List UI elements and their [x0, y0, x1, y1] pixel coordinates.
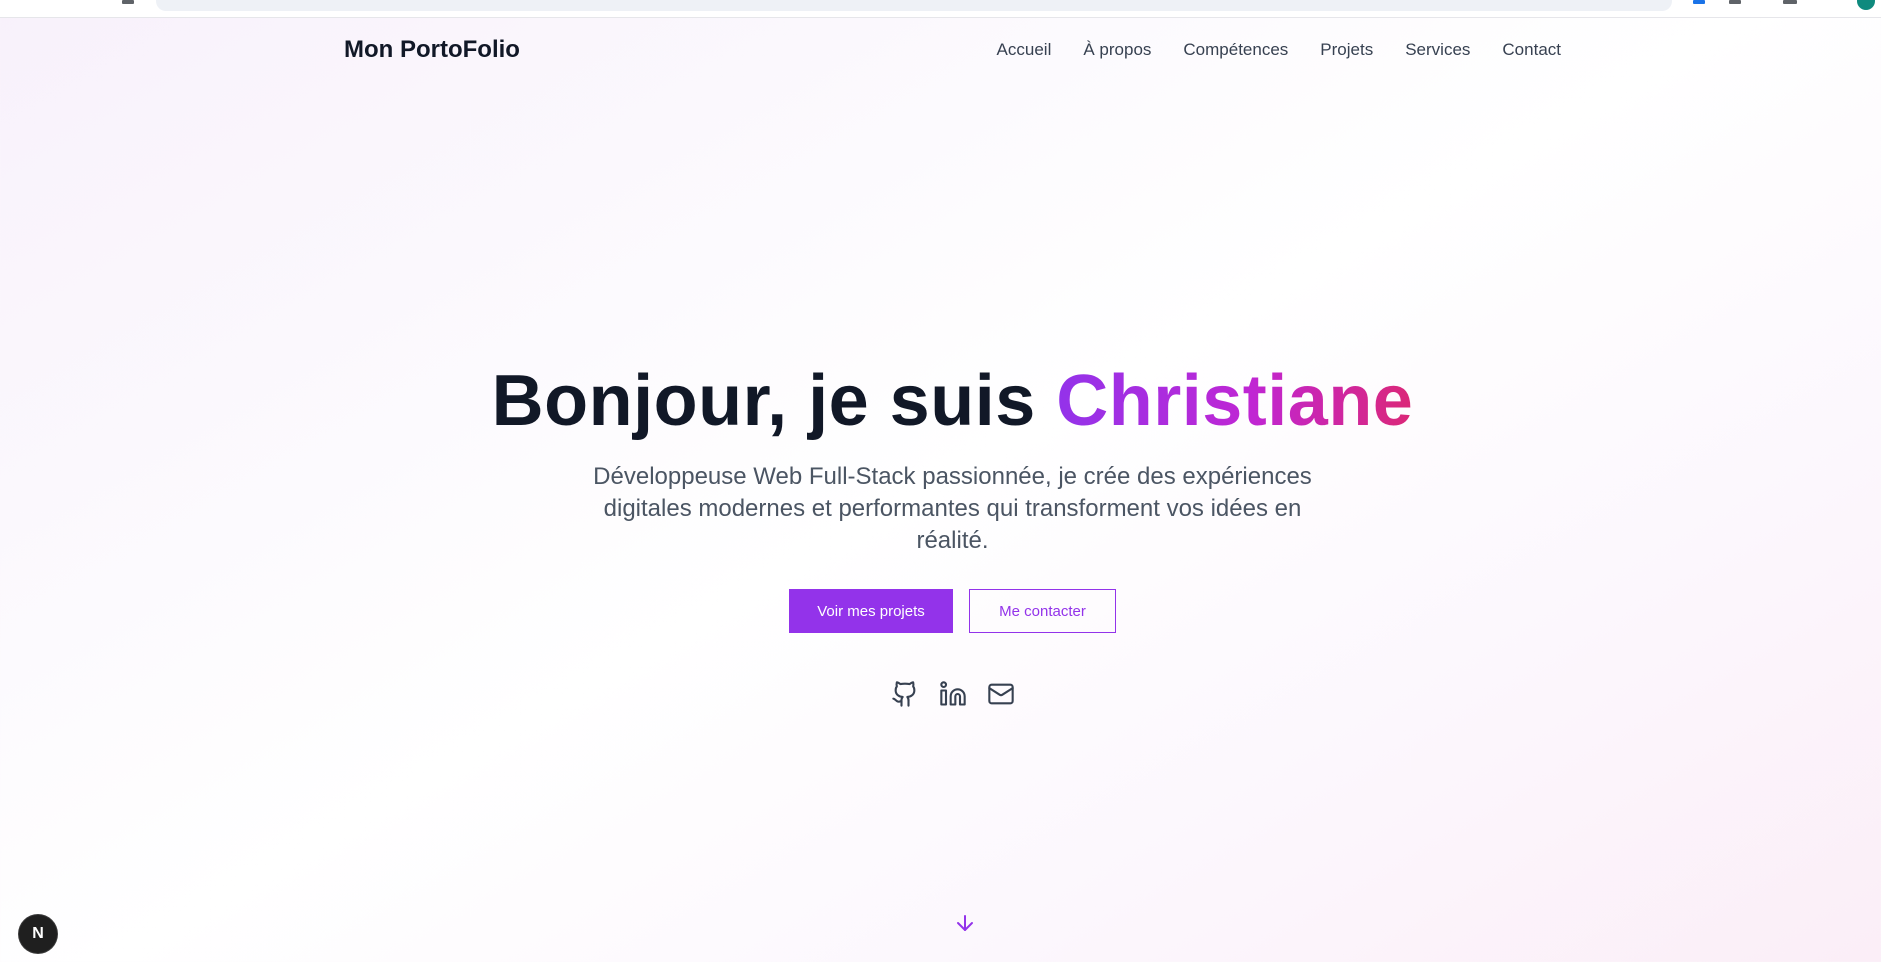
contact-button[interactable]: Me contacter [969, 589, 1116, 633]
nav-link-services[interactable]: Services [1405, 40, 1470, 60]
nav-link-accueil[interactable]: Accueil [997, 40, 1052, 60]
arrow-down-icon[interactable] [953, 911, 977, 935]
nextjs-badge-label: N [32, 925, 44, 942]
bookmark-icon[interactable] [1729, 0, 1741, 4]
site-logo[interactable]: Mon PortoFolio [344, 36, 520, 64]
address-bar[interactable] [156, 0, 1672, 11]
github-icon[interactable] [891, 680, 919, 708]
hero-subtitle: Développeuse Web Full-Stack passionnée, … [593, 463, 1312, 554]
nextjs-icon[interactable]: N [19, 915, 57, 953]
hero-name: Christiane [1056, 361, 1414, 441]
hero-title: Bonjour, je suis Christiane [0, 360, 1881, 442]
mail-icon[interactable] [987, 680, 1015, 708]
extension-icon[interactable] [1693, 0, 1705, 4]
browser-toolbar [0, 0, 1881, 18]
profile-avatar[interactable] [1857, 0, 1875, 10]
nav-link-competences[interactable]: Compétences [1183, 40, 1288, 60]
nav-menu: Accueil À propos Compétences Projets Ser… [997, 40, 1561, 60]
nav-link-a-propos[interactable]: À propos [1083, 40, 1151, 60]
hero-greeting: Bonjour, je suis [491, 361, 1057, 441]
nav-link-projets[interactable]: Projets [1320, 40, 1373, 60]
social-links [0, 680, 1881, 710]
linkedin-icon[interactable] [939, 680, 967, 708]
sidebar-icon[interactable] [1783, 0, 1797, 4]
view-projects-button[interactable]: Voir mes projets [789, 589, 953, 633]
navbar: Mon PortoFolio Accueil À propos Compéten… [0, 18, 1881, 82]
extensions-icon[interactable] [122, 0, 134, 4]
nav-link-contact[interactable]: Contact [1502, 40, 1561, 60]
